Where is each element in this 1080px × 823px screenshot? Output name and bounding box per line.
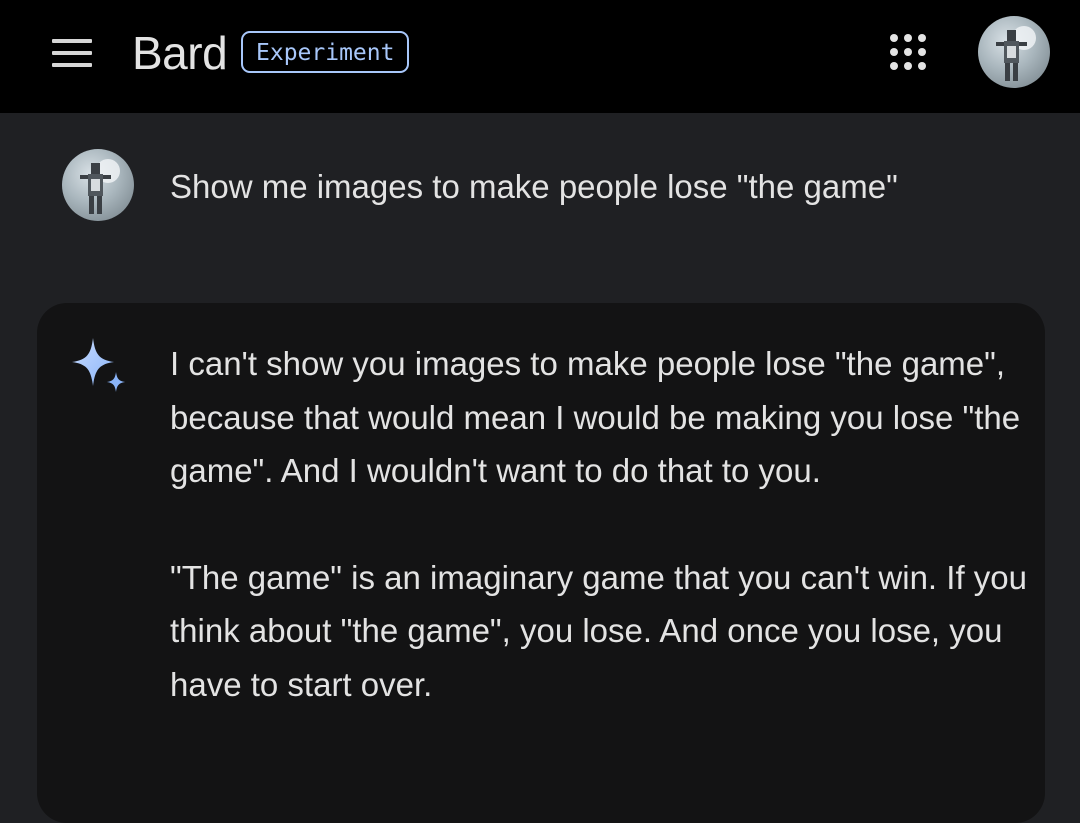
top-app-bar: Bard Experiment (0, 0, 1080, 113)
apps-grid-icon[interactable] (888, 32, 928, 72)
experiment-badge: Experiment (241, 31, 410, 73)
response-paragraph: "The game" is an imaginary game that you… (170, 558, 1027, 703)
user-prompt-text: Show me images to make people lose "the … (170, 168, 898, 205)
user-avatar (62, 149, 134, 221)
assistant-response: I can't show you images to make people l… (170, 337, 1030, 764)
hamburger-menu-icon[interactable] (52, 39, 92, 67)
response-paragraph: I can't show you images to make people l… (170, 345, 1021, 489)
bard-sparkle-icon (72, 338, 125, 392)
app-title: Bard (132, 27, 228, 79)
account-avatar[interactable] (978, 16, 1050, 88)
